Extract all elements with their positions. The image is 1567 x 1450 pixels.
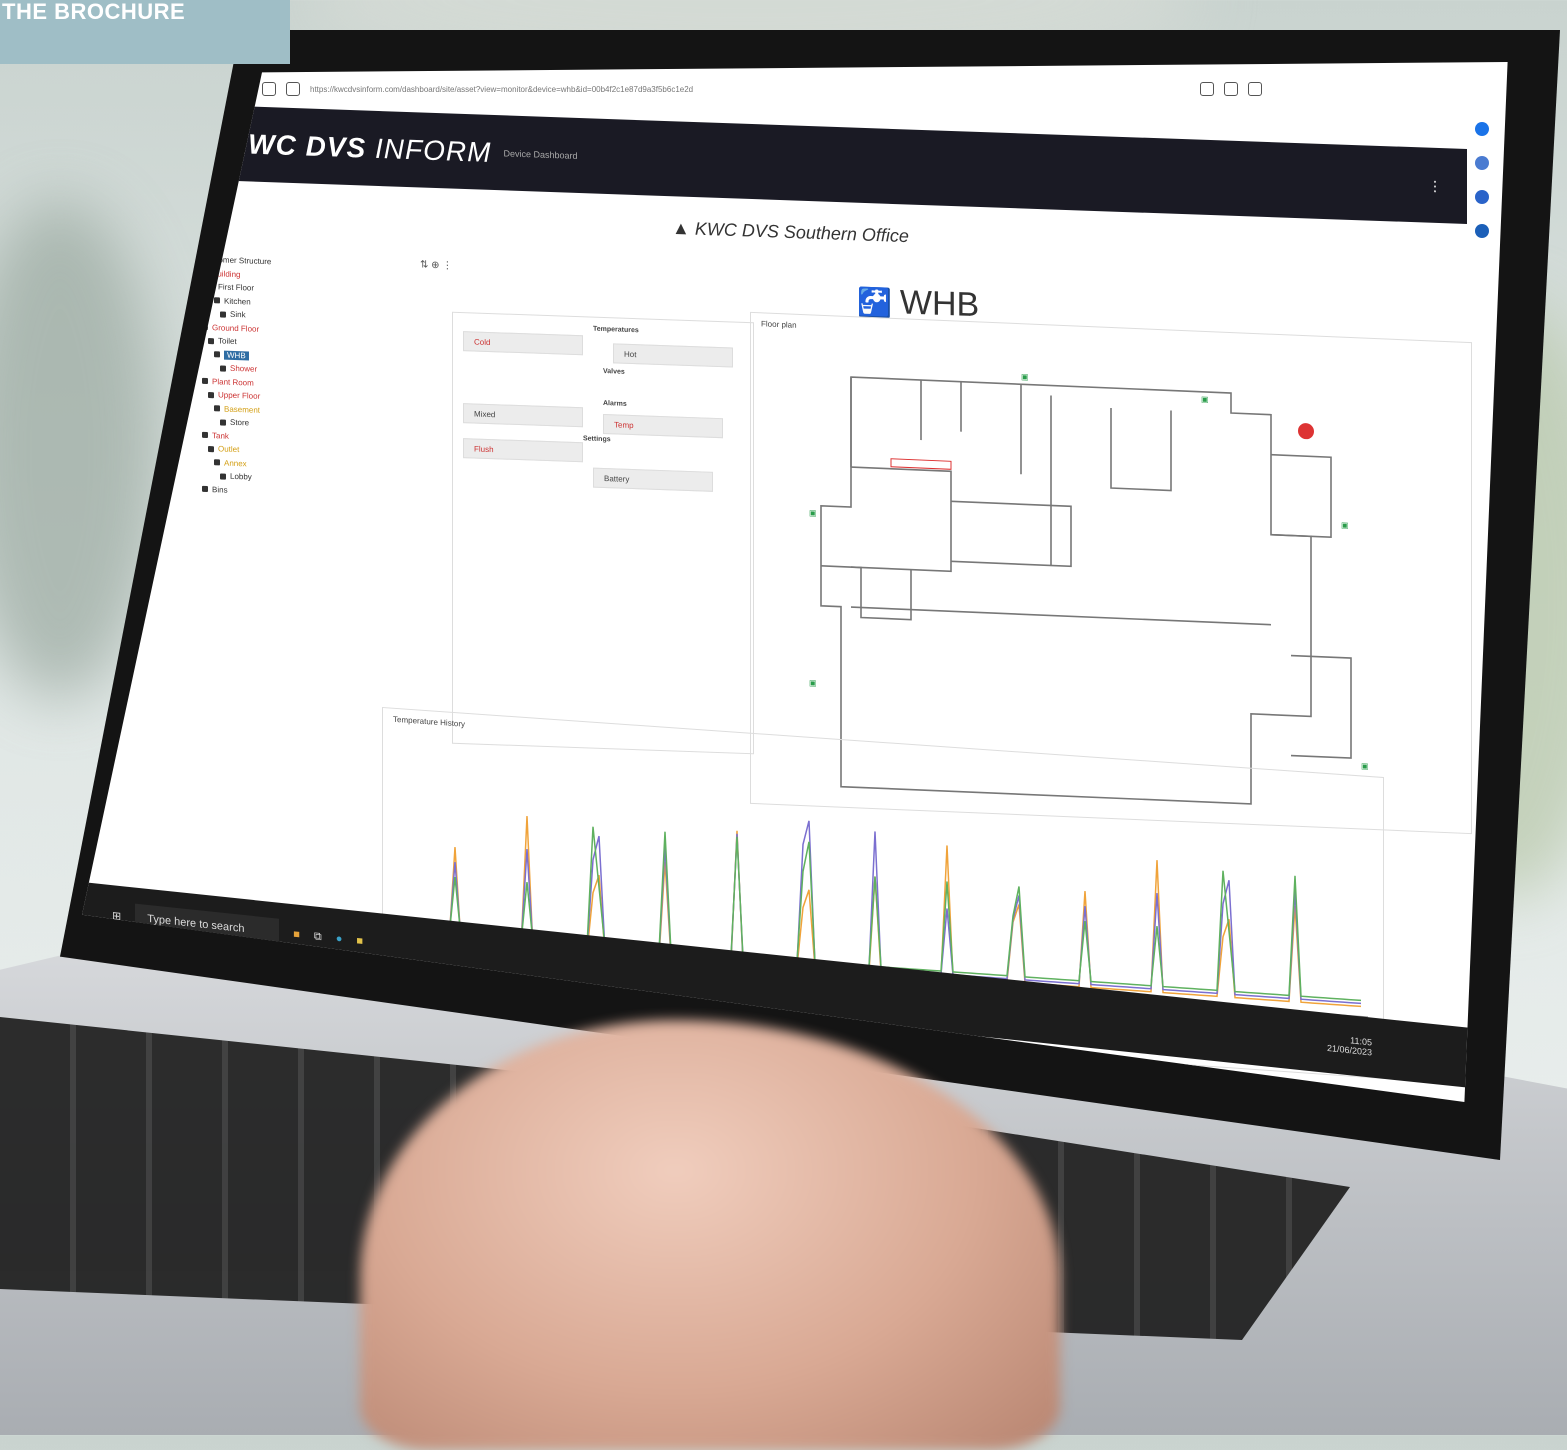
address-bar[interactable]: https://kwcdvsinform.com/dashboard/site/… (310, 85, 1190, 94)
tree-item-label: Annex (224, 458, 247, 469)
control-button[interactable]: Temp (603, 414, 723, 439)
lock-icon (286, 82, 300, 96)
tree-item-label: Upper Floor (218, 390, 261, 402)
svg-text:▣: ▣ (1021, 372, 1029, 381)
tree-item-label: Basement (224, 404, 261, 415)
control-button[interactable]: Hot (613, 343, 733, 368)
control-button[interactable]: Battery (593, 467, 713, 492)
tap-icon: 🚰 (857, 286, 892, 320)
floor-plan-label: Floor plan (761, 319, 797, 330)
valves-label: Valves (603, 368, 625, 376)
tree-item-label: Outlet (218, 444, 240, 455)
menu-icon[interactable]: ⋮ (1428, 178, 1442, 195)
app-header: KWC DVS INFORM Device Dashboard ⋮ (207, 104, 1467, 225)
tree-item-label: Ground Floor (212, 322, 260, 334)
tree-item-label: Kitchen (224, 296, 251, 307)
task-view-icon[interactable]: ⧉ (314, 930, 322, 944)
brand-product: INFORM (375, 132, 492, 168)
location-pin-icon (1298, 423, 1314, 440)
tree-item-label: Toilet (218, 336, 237, 347)
taskbar-app-icon[interactable]: ■ (293, 928, 300, 941)
browser-toolbar: https://kwcdvsinform.com/dashboard/site/… (262, 74, 1508, 104)
control-button[interactable]: Mixed (463, 403, 583, 428)
browser-sidebar (1462, 102, 1502, 258)
explorer-icon[interactable]: ■ (356, 935, 363, 948)
office-icon[interactable] (1475, 224, 1489, 238)
building-icon: ▲ (672, 217, 695, 239)
controls-panel: Temperatures Cold Hot Valves Alarms Mixe… (452, 311, 754, 755)
refresh-icon[interactable] (1224, 82, 1238, 96)
tree-item-label: First Floor (218, 282, 254, 293)
favorite-icon[interactable] (1200, 82, 1214, 96)
svg-text:▣: ▣ (1361, 761, 1369, 770)
tree-item-label: Store (230, 418, 250, 428)
temperature-label: Temperatures (593, 325, 639, 335)
bing-icon[interactable] (1475, 122, 1489, 136)
svg-text:▣: ▣ (1341, 521, 1349, 530)
control-button[interactable]: Flush (463, 438, 583, 463)
extensions-icon[interactable] (1248, 82, 1262, 96)
tree-item-label: Lobby (230, 472, 252, 482)
settings-label: Settings (583, 435, 611, 444)
svg-text:▣: ▣ (809, 508, 817, 517)
search-icon[interactable] (1475, 156, 1489, 170)
header-tab[interactable]: Device Dashboard (503, 148, 577, 161)
tree-item-label: Sink (230, 310, 246, 320)
tree-item-label: Shower (230, 364, 258, 374)
alarms-label: Alarms (603, 400, 627, 408)
tag-icon[interactable] (1475, 190, 1489, 204)
tree-tools[interactable]: ⇅ ⊕ ⋮ (420, 259, 452, 271)
customer-tree: Customer Structure Building First Floor Ki… (192, 252, 452, 504)
svg-text:▣: ▣ (809, 678, 817, 687)
taskbar-clock[interactable]: 11:05 21/06/2023 (1327, 1033, 1372, 1057)
tree-item-label: Plant Room (212, 376, 254, 388)
brand-logo: KWC DVS INFORM (227, 127, 491, 168)
tab-icon[interactable] (262, 82, 276, 96)
site-name: KWC DVS Southern Office (694, 218, 909, 247)
tree-item-label: Tank (212, 430, 229, 441)
browser-icon[interactable]: ● (336, 933, 343, 946)
tree-item-label: WHB (224, 350, 249, 361)
tree-item-label: Bins (212, 484, 228, 495)
brochure-tag: THE BROCHURE (0, 0, 290, 64)
svg-text:▣: ▣ (1201, 395, 1209, 404)
control-button[interactable]: Cold (463, 331, 583, 356)
site-title: ▲ KWC DVS Southern Office (672, 218, 909, 247)
